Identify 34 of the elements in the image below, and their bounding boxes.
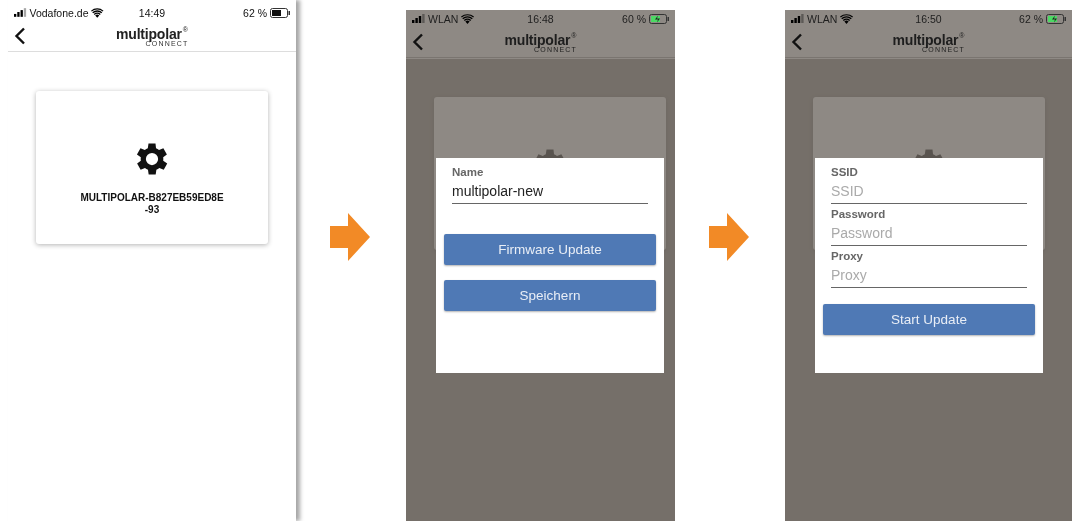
text-field[interactable]: Proxy: [831, 262, 1027, 288]
battery-percent: 62 %: [243, 6, 267, 19]
carrier-name: WLAN: [807, 12, 838, 25]
clock-time: 16:48: [527, 12, 554, 25]
signal-icon: [791, 14, 804, 23]
logo-wordmark: multipolar: [892, 31, 959, 48]
wifi-icon: [461, 13, 475, 24]
field-label: Password: [831, 208, 887, 220]
arrow-icon: [709, 212, 749, 261]
back-icon[interactable]: [14, 27, 26, 45]
action-button[interactable]: Firmware Update: [444, 234, 656, 265]
text-field[interactable]: SSID: [831, 178, 1027, 204]
battery-percent: 60 %: [622, 12, 646, 25]
field-label: Proxy: [831, 250, 864, 262]
action-button[interactable]: Speichern: [444, 280, 656, 311]
field-label: SSID: [831, 166, 859, 178]
clock-time: 14:49: [138, 6, 166, 19]
logo-wordmark: multipolar: [116, 25, 182, 42]
signal-icon: [14, 8, 27, 17]
action-button[interactable]: Start Update: [823, 304, 1035, 335]
device-card[interactable]: MULTIPOLAR-B827EB59ED8E -93: [36, 91, 268, 244]
text-field[interactable]: multipolar-new: [452, 178, 648, 204]
signal-icon: [412, 14, 425, 23]
logo-wordmark: multipolar: [504, 31, 571, 48]
carrier-name: Vodafone.de: [29, 6, 89, 19]
battery-percent: 62 %: [1019, 12, 1043, 25]
wifi-icon: [840, 13, 854, 24]
arrow-icon: [330, 212, 370, 261]
carrier-name: WLAN: [428, 12, 459, 25]
field-label: Name: [452, 166, 485, 178]
device-name: MULTIPOLAR-B827EB59ED8E -93: [80, 192, 224, 216]
clock-time: 16:50: [915, 12, 942, 25]
wifi-icon: [91, 7, 104, 18]
text-field[interactable]: Password: [831, 220, 1027, 246]
